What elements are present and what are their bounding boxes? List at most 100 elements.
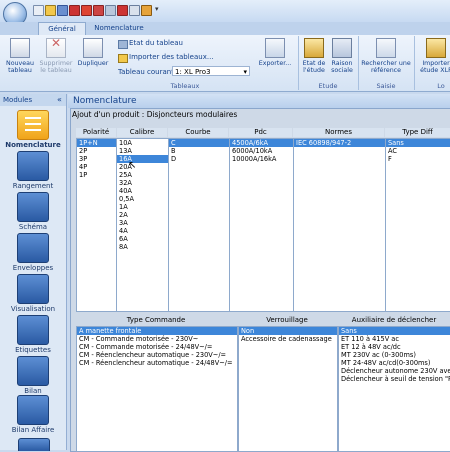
list-item[interactable]: 16A bbox=[117, 155, 168, 163]
delete-table-button[interactable]: ✕ Supprimer le tableau bbox=[38, 37, 74, 74]
list-item[interactable]: 10A bbox=[117, 139, 168, 147]
list-item[interactable]: 3P bbox=[77, 155, 116, 163]
list-item[interactable]: Sans bbox=[339, 327, 450, 335]
nomenclature-icon bbox=[17, 110, 49, 140]
list-item[interactable]: 2P bbox=[77, 147, 116, 155]
qat-dropdown-icon[interactable]: ▾ bbox=[155, 6, 161, 13]
list-item[interactable]: 10000A/16kA bbox=[230, 155, 293, 163]
company-name-button[interactable]: Raison sociale bbox=[328, 38, 356, 74]
list-item[interactable]: Déclencheur à seuil de tension "POR bbox=[339, 375, 450, 383]
list-item[interactable]: MT 24-48V ac/cd(0-300ms) bbox=[339, 359, 450, 367]
column-header-calibre: Calibre bbox=[117, 128, 167, 137]
normes-list[interactable]: IEC 60898/947-2 bbox=[293, 138, 386, 312]
open-folder-icon[interactable] bbox=[45, 5, 56, 16]
auxiliaire-list[interactable]: Sans ET 110 à 415V ac ET 12 à 48V ac/dc … bbox=[338, 326, 450, 452]
document-icon[interactable] bbox=[129, 5, 140, 16]
list-item[interactable]: 4500A/6kA bbox=[230, 139, 293, 147]
list-item[interactable]: 32A bbox=[117, 179, 168, 187]
list-item[interactable]: 4A bbox=[117, 227, 168, 235]
search-reference-button[interactable]: Rechercher une référence bbox=[360, 38, 412, 74]
quick-tool-icon[interactable] bbox=[69, 5, 80, 16]
rangement-icon bbox=[17, 151, 49, 181]
study-state-button[interactable]: Etat de l'étude bbox=[300, 38, 328, 74]
company-name-label: Raison sociale bbox=[331, 60, 353, 74]
list-item[interactable]: 20A bbox=[117, 163, 168, 171]
list-item[interactable]: D bbox=[169, 155, 229, 163]
pdc-list[interactable]: 4500A/6kA 6000A/10kA 10000A/16kA bbox=[229, 138, 294, 312]
list-item[interactable]: 1P+N bbox=[77, 139, 116, 147]
list-item[interactable]: Déclencheur autonome 230V avec b bbox=[339, 367, 450, 375]
quick-tool-icon[interactable] bbox=[117, 5, 128, 16]
list-item[interactable]: AC bbox=[386, 147, 450, 155]
type-commande-list[interactable]: A manette frontale CM - Commande motoris… bbox=[76, 326, 238, 452]
list-item[interactable]: 8A bbox=[117, 243, 168, 251]
list-item[interactable]: 1P bbox=[77, 171, 116, 179]
page-title: Nomenclature bbox=[68, 94, 450, 108]
list-item[interactable]: F bbox=[386, 155, 450, 163]
column-header-type-diff: Type Diff bbox=[385, 128, 450, 137]
help-icon[interactable] bbox=[141, 5, 152, 16]
list-item[interactable]: B bbox=[169, 147, 229, 155]
list-item[interactable]: 4P bbox=[77, 163, 116, 171]
list-item[interactable]: 6A bbox=[117, 235, 168, 243]
search-reference-label: Rechercher une référence bbox=[361, 60, 411, 74]
import-study-label: Importer étude XLP bbox=[420, 60, 450, 74]
search-reference-icon bbox=[376, 38, 396, 58]
table-state-button[interactable]: Etat du tableau bbox=[129, 39, 183, 47]
sidebar-item-bilan[interactable]: Bilan bbox=[0, 356, 66, 395]
list-item[interactable]: IEC 60898/947-2 bbox=[294, 139, 385, 147]
sidebar-item-visualisation[interactable]: Visualisation bbox=[0, 274, 66, 313]
list-item[interactable]: 6000A/10kA bbox=[230, 147, 293, 155]
verrouillage-list[interactable]: Non Accessoire de cadenassage bbox=[238, 326, 338, 452]
tab-general[interactable]: Général bbox=[38, 22, 86, 36]
sidebar-item-rangement[interactable]: Rangement bbox=[0, 151, 66, 190]
list-item[interactable]: A manette frontale bbox=[77, 327, 237, 335]
sidebar-item-bilan-affaire[interactable]: Bilan Affaire bbox=[0, 395, 66, 434]
list-item[interactable]: 2A bbox=[117, 211, 168, 219]
new-document-icon[interactable] bbox=[33, 5, 44, 16]
courbe-list[interactable]: C B D bbox=[168, 138, 230, 312]
list-item[interactable]: Accessoire de cadenassage bbox=[239, 335, 337, 343]
sidebar-item-label: Visualisation bbox=[10, 305, 56, 313]
tab-nomenclature[interactable]: Nomenclature bbox=[86, 22, 152, 35]
quick-tool-icon[interactable] bbox=[81, 5, 92, 16]
duplicate-button[interactable]: Dupliquer bbox=[76, 38, 110, 67]
sidebar-item-enveloppes[interactable]: Enveloppes bbox=[0, 233, 66, 272]
list-item[interactable]: 25A bbox=[117, 171, 168, 179]
sidebar-item-nomenclature[interactable]: Nomenclature bbox=[0, 110, 66, 149]
list-item[interactable]: Sans bbox=[386, 139, 450, 147]
new-table-button[interactable]: Nouveau tableau bbox=[4, 38, 36, 74]
quick-tool-icon[interactable] bbox=[93, 5, 104, 16]
sidebar-item-schema[interactable]: Schéma bbox=[0, 192, 66, 231]
export-button[interactable]: Exporter... bbox=[256, 38, 294, 67]
list-item[interactable]: CM - Réenclencheur automatique - 24/48V~… bbox=[77, 359, 237, 367]
list-item[interactable]: 1A bbox=[117, 203, 168, 211]
list-item[interactable]: MT 230V ac (0-300ms) bbox=[339, 351, 450, 359]
list-item[interactable]: CM - Réenclencheur automatique - 230V~/= bbox=[77, 351, 237, 359]
sidebar-item-label: Enveloppes bbox=[12, 264, 54, 272]
list-item[interactable]: CM - Commande motorisée - 230V~ bbox=[77, 335, 237, 343]
group-label-etude: Etude bbox=[318, 82, 338, 90]
calibre-list[interactable]: 10A 13A 16A 20A 25A 32A 40A 0,5A 1A 2A 3… bbox=[116, 138, 169, 312]
list-item[interactable]: 0,5A bbox=[117, 195, 168, 203]
study-state-label: Etat de l'étude bbox=[302, 60, 326, 74]
sidebar-item-etiquettes[interactable]: Etiquettes bbox=[0, 315, 66, 354]
list-item[interactable]: 13A bbox=[117, 147, 168, 155]
sidebar-item-partial[interactable] bbox=[18, 438, 50, 451]
list-item[interactable]: ET 110 à 415V ac bbox=[339, 335, 450, 343]
list-item[interactable]: CM - Commande motorisée - 24/48V~/= bbox=[77, 343, 237, 351]
list-item[interactable]: C bbox=[169, 139, 229, 147]
current-table-select[interactable]: 1: XL Pro3 ▾ bbox=[172, 66, 250, 76]
polarite-list[interactable]: 1P+N 2P 3P 4P 1P bbox=[76, 138, 117, 312]
list-item[interactable]: 3A bbox=[117, 219, 168, 227]
import-study-button[interactable]: Importer étude XLP bbox=[416, 38, 450, 74]
eye-icon bbox=[17, 274, 49, 304]
import-tables-button[interactable]: Importer des tableaux... bbox=[129, 53, 214, 61]
list-item[interactable]: Non bbox=[239, 327, 337, 335]
list-item[interactable]: 40A bbox=[117, 187, 168, 195]
print-icon[interactable] bbox=[105, 5, 116, 16]
sidebar-pin-icon[interactable]: « bbox=[57, 95, 65, 105]
list-item[interactable]: ET 12 à 48V ac/dc bbox=[339, 343, 450, 351]
type-diff-list[interactable]: Sans AC F bbox=[385, 138, 450, 312]
save-icon[interactable] bbox=[57, 5, 68, 16]
